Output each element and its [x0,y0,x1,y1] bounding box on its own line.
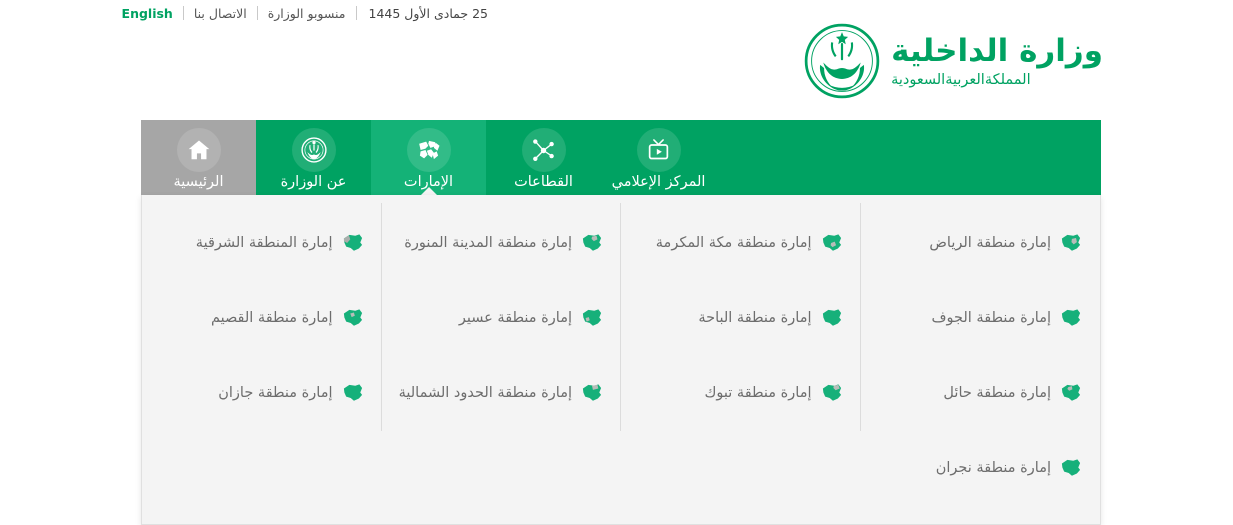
list-item-label: إمارة منطقة الحدود الشمالية [398,384,572,401]
logo-title: وزارة الداخلية [891,32,1103,69]
saudi-map-icon [1060,383,1082,403]
list-item-label: إمارة المنطقة الشرقية [195,234,333,251]
saudi-map-icon [581,233,603,253]
saudi-map-icon [342,308,364,328]
saudi-map-icon [1060,458,1082,478]
nav-item-sectors[interactable]: القطاعات [486,120,601,195]
nav-item-about-ministry[interactable]: عن الوزارة [256,120,371,195]
topbar-link-english[interactable]: English [122,6,183,21]
list-item[interactable]: إمارة منطقة تبوك [621,355,861,430]
dropdown-column-1: إمارة منطقة الرياض إمارة منطقة الجوف إما… [861,195,1101,524]
nav-label-sectors: القطاعات [514,174,573,190]
list-item[interactable]: إمارة منطقة مكة المكرمة [621,205,861,280]
site-logo[interactable]: وزارة الداخلية المملكةالعربيةالسعودية [803,22,1103,100]
list-item-label: إمارة منطقة جازان [218,384,333,401]
saudi-map-icon [581,383,603,403]
dropdown-column-3: إمارة منطقة المدينة المنورة إمارة منطقة … [382,195,622,524]
list-item-label: إمارة منطقة المدينة المنورة [404,234,572,251]
saudi-map-icon [821,233,843,253]
top-utility-links: 25 جمادى الأول 1445 منسوبو الوزارة الاتص… [122,6,488,21]
list-item-label: إمارة منطقة الجوف [931,309,1051,326]
saudi-map-icon [821,308,843,328]
saudi-map-icon [1060,233,1082,253]
dropdown-column-2: إمارة منطقة مكة المكرمة إمارة منطقة البا… [621,195,861,524]
emblem-badge-icon [291,128,336,172]
list-item[interactable]: إمارة منطقة نجران [861,430,1101,505]
list-item[interactable]: إمارة منطقة عسير [382,280,622,355]
list-item-label: إمارة منطقة نجران [935,459,1051,476]
regions-map-icon [406,128,451,172]
saudi-map-icon [1060,308,1082,328]
saudi-emblem-icon [803,22,881,100]
list-item-label: إمارة منطقة حائل [943,384,1051,401]
network-share-icon [521,128,566,172]
nav-label-media-center: المركز الإعلامي [611,174,706,190]
list-item[interactable]: إمارة منطقة القصيم [142,280,382,355]
list-item[interactable]: إمارة منطقة الجوف [861,280,1101,355]
regions-dropdown-panel: إمارة منطقة الرياض إمارة منطقة الجوف إما… [141,195,1101,525]
list-item-label: إمارة منطقة الباحة [698,309,812,326]
list-item[interactable]: إمارة منطقة المدينة المنورة [382,205,622,280]
nav-item-regions[interactable]: الإمارات [371,120,486,196]
topbar-link-contact[interactable]: الاتصال بنا [184,6,257,21]
logo-text-block: وزارة الداخلية المملكةالعربيةالسعودية [891,33,1103,90]
nav-item-media-center[interactable]: المركز الإعلامي [601,120,716,195]
hijri-date: 25 جمادى الأول 1445 [368,5,488,21]
list-item-label: إمارة منطقة الرياض [929,234,1051,251]
saudi-map-icon [821,383,843,403]
dropdown-column-4: إمارة المنطقة الشرقية إمارة منطقة القصيم [142,195,382,524]
nav-item-home[interactable]: الرئيسية [141,120,256,195]
list-item[interactable]: إمارة منطقة الباحة [621,280,861,355]
list-item-label: إمارة منطقة عسير [458,309,572,326]
topbar-link-staff[interactable]: منسوبو الوزارة [258,6,356,21]
divider [355,6,357,20]
list-item[interactable]: إمارة منطقة الرياض [861,205,1101,280]
saudi-map-icon [342,383,364,403]
list-item-label: إمارة منطقة مكة المكرمة [655,234,812,251]
list-item-label: إمارة منطقة تبوك [704,384,812,401]
nav-label-home: الرئيسية [173,174,224,190]
home-icon [176,128,221,172]
list-item-label: إمارة منطقة القصيم [210,309,333,326]
list-item[interactable]: إمارة منطقة حائل [861,355,1101,430]
divider [256,6,258,20]
tv-media-icon [636,128,681,172]
dropdown-columns: إمارة منطقة الرياض إمارة منطقة الجوف إما… [142,195,1100,524]
list-item[interactable]: إمارة منطقة جازان [142,355,382,430]
saudi-map-icon [581,308,603,328]
main-navigation: الرئيسية عن الوزارة الإمارات القطاعات ال… [141,120,1101,196]
saudi-map-icon [342,233,364,253]
logo-subtitle: المملكةالعربيةالسعودية [891,71,1031,88]
nav-label-about-ministry: عن الوزارة [280,174,347,190]
list-item[interactable]: إمارة المنطقة الشرقية [142,205,382,280]
divider [182,6,184,20]
list-item[interactable]: إمارة منطقة الحدود الشمالية [382,355,622,430]
